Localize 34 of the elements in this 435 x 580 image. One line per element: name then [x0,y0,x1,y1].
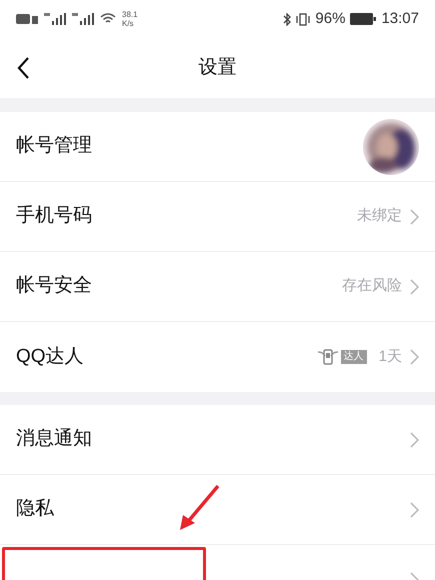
row-value: 未绑定 [357,206,402,226]
chevron-right-icon [410,432,419,448]
expert-badge: 达人 [316,348,367,366]
row-label: 手机号码 [16,204,92,228]
row-label: QQ达人 [16,344,84,369]
hd-icon [16,14,38,24]
wifi-icon [100,13,116,25]
chevron-right-icon [410,208,419,224]
chevron-right-icon [410,278,419,294]
pointer-arrow [178,484,220,532]
battery-percent: 96% [315,8,346,29]
clock: 13:07 [381,8,419,29]
settings-row[interactable]: 帐号管理 [0,112,435,182]
vibrate-icon [296,12,310,26]
row-label: 帐号管理 [16,134,92,158]
settings-row[interactable]: 消息通知 [0,405,435,475]
chevron-right-icon [410,502,419,518]
row-label: 帐号安全 [16,274,92,298]
settings-row[interactable]: 帐号安全 存在风险 [0,252,435,322]
row-label: 消息通知 [16,427,92,452]
settings-row[interactable]: 手机号码 未绑定 [0,182,435,252]
battery-icon [350,13,376,25]
row-label: 隐私 [16,497,54,522]
chevron-right-icon [410,349,419,365]
row-value: 1天 [378,346,402,367]
speed-unit: K/s [122,19,135,28]
page-title: 设置 [198,56,236,80]
settings-row[interactable]: 隐私 [0,475,435,545]
row-value: 存在风险 [342,276,402,296]
network-speed: 38.1 [122,10,138,19]
signal-icon [72,13,94,25]
bluetooth-icon [283,12,292,26]
signal-icon [44,13,66,25]
settings-row[interactable]: QQ达人 达人 1天 [0,322,435,392]
